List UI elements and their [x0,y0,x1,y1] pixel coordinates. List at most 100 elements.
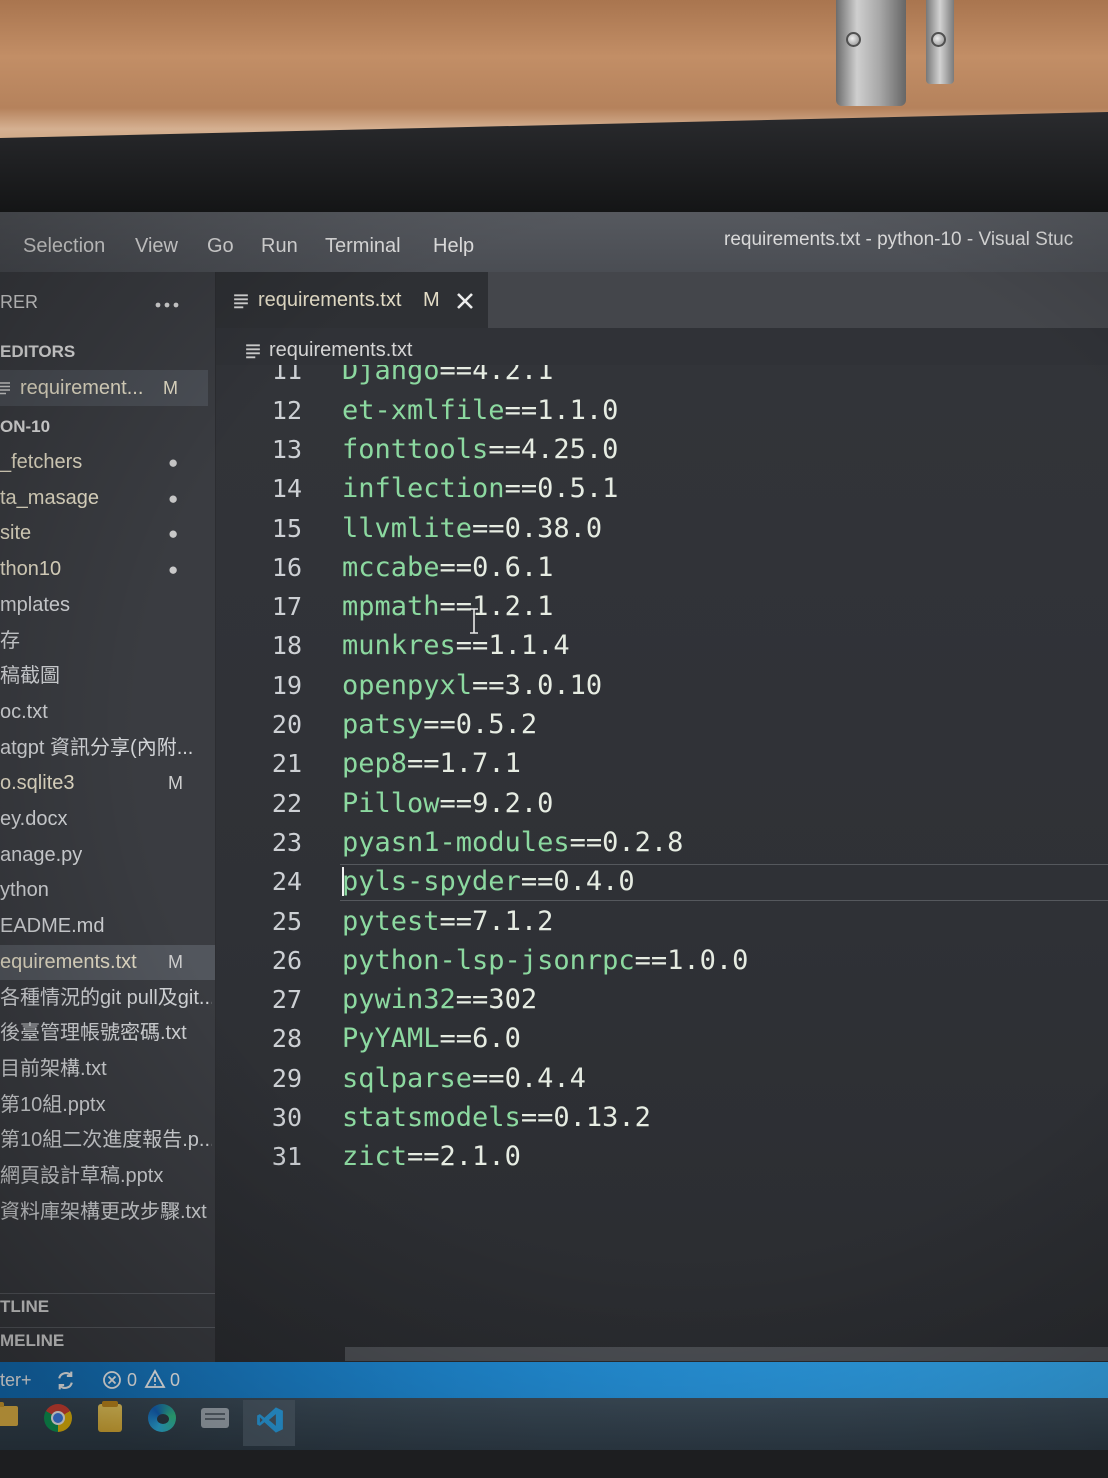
file-item[interactable]: atgpt 資訊分享(內附... [0,731,215,767]
code-text[interactable]: sqlparse==0.4.4 [342,1059,586,1098]
breadcrumb-item[interactable]: requirements.txt [269,338,412,362]
code-text[interactable]: python-lsp-jsonrpc==1.0.0 [342,941,748,980]
code-text[interactable]: Django==4.2.1 [342,365,553,391]
file-item[interactable]: oc.txt [0,695,215,731]
file-item[interactable]: mplates [0,588,215,624]
code-editor[interactable]: 11 Django==4.2.1 12 et-xmlfile==1.1.0 13 font… [216,365,1108,1362]
code-line[interactable]: 21 pep8==1.7.1 [216,744,1108,783]
menu-run[interactable]: Run [261,234,298,258]
folder-title[interactable]: ON-10 [0,416,50,438]
code-text[interactable]: llvmlite==0.38.0 [342,509,602,548]
code-line[interactable]: 14 inflection==0.5.1 [216,469,1108,508]
code-text[interactable]: pywin32==302 [342,980,537,1019]
code-line[interactable]: 15 llvmlite==0.38.0 [216,509,1108,548]
file-item[interactable]: ython [0,873,215,909]
close-icon[interactable] [455,291,475,316]
outline-title[interactable]: TLINE [0,1296,49,1318]
file-item[interactable]: 網頁設計草稿.pptx [0,1159,215,1195]
code-text[interactable]: pyls-spyder==0.4.0 [342,862,635,901]
file-item[interactable]: 資料庫架構更改步驟.txt [0,1195,215,1231]
file-item[interactable]: site ● [0,516,215,552]
file-item[interactable]: 目前架構.txt [0,1052,215,1088]
file-label: 第10組二次進度報告.p... [0,1129,212,1152]
line-number: 20 [271,710,302,740]
code-line[interactable]: 25 pytest==7.1.2 [216,902,1108,941]
code-line[interactable]: 24 pyls-spyder==0.4.0 [216,862,1108,901]
keyboard-icon[interactable] [201,1408,229,1428]
code-text[interactable]: pyasn1-modules==0.2.8 [342,823,683,862]
code-text[interactable]: patsy==0.5.2 [342,705,537,744]
code-text[interactable]: PyYAML==6.0 [342,1019,521,1058]
chrome-icon[interactable] [44,1404,72,1432]
tab-label[interactable]: requirements.txt [258,288,401,312]
horizontal-scrollbar[interactable] [345,1347,1108,1361]
code-line[interactable]: 23 pyasn1-modules==0.2.8 [216,823,1108,862]
file-item[interactable]: ta_masage ● [0,481,215,517]
code-line[interactable]: 29 sqlparse==0.4.4 [216,1059,1108,1098]
menu-terminal[interactable]: Terminal [325,234,401,258]
code-text[interactable]: mpmath==1.2.1 [342,587,553,626]
package-name: Pillow [342,787,440,819]
sticky-notes-icon[interactable] [98,1401,122,1432]
file-item[interactable]: 存 [0,624,215,660]
file-item[interactable]: thon10 ● [0,552,215,588]
code-line[interactable]: 12 et-xmlfile==1.1.0 [216,391,1108,430]
package-name: mccabe [342,551,440,583]
code-text[interactable]: zict==2.1.0 [342,1137,521,1176]
vscode-icon[interactable] [256,1406,284,1439]
timeline-title[interactable]: MELINE [0,1330,64,1352]
package-name: pywin32 [342,984,456,1016]
line-number: 25 [271,906,302,936]
code-text[interactable]: statsmodels==0.13.2 [342,1098,651,1137]
file-item[interactable]: anage.py [0,838,215,874]
file-item[interactable]: 各種情況的git pull及git... [0,981,215,1017]
code-line[interactable]: 22 Pillow==9.2.0 [216,784,1108,823]
more-actions-icon[interactable] [154,296,180,314]
code-line[interactable]: 26 python-lsp-jsonrpc==1.0.0 [216,941,1108,980]
sync-icon[interactable] [55,1370,76,1396]
file-item[interactable]: ey.docx [0,802,215,838]
warning-icon[interactable] [144,1369,166,1394]
code-text[interactable]: mccabe==0.6.1 [342,548,553,587]
code-line[interactable]: 16 mccabe==0.6.1 [216,548,1108,587]
open-editors-title[interactable]: EDITORS [0,341,75,363]
menu-selection[interactable]: Selection [23,234,105,258]
line-number: 24 [271,867,302,897]
folder-icon[interactable] [0,1402,18,1426]
code-line[interactable]: 31 zict==2.1.0 [216,1137,1108,1176]
menu-go[interactable]: Go [207,234,234,258]
code-line[interactable]: 18 munkres==1.1.4 [216,626,1108,665]
code-text[interactable]: pep8==1.7.1 [342,744,521,783]
git-branch[interactable]: ter+ [0,1368,32,1392]
code-line[interactable]: 11 Django==4.2.1 [216,365,1108,391]
code-text[interactable]: et-xmlfile==1.1.0 [342,391,618,430]
file-item[interactable]: _fetchers ● [0,445,215,481]
error-count[interactable]: 0 [127,1368,137,1392]
menu-help[interactable]: Help [433,234,474,258]
open-editor-item[interactable]: requirement... M [0,370,208,406]
code-line[interactable]: 19 openpyxl==3.0.10 [216,666,1108,705]
warning-count[interactable]: 0 [170,1368,180,1392]
file-item[interactable]: o.sqlite3 M [0,766,215,802]
code-text[interactable]: inflection==0.5.1 [342,469,618,508]
code-text[interactable]: pytest==7.1.2 [342,902,553,941]
file-item[interactable]: 第10組二次進度報告.p... [0,1123,215,1159]
code-text[interactable]: Pillow==9.2.0 [342,784,553,823]
code-line[interactable]: 17 mpmath==1.2.1 [216,587,1108,626]
edge-icon[interactable] [148,1404,176,1432]
code-text[interactable]: munkres==1.1.4 [342,626,570,665]
file-item[interactable]: 第10組.pptx [0,1088,215,1124]
code-line[interactable]: 13 fonttools==4.25.0 [216,430,1108,469]
file-item[interactable]: 稿截圖 [0,659,215,695]
file-item[interactable]: EADME.md [0,909,215,945]
code-line[interactable]: 30 statsmodels==0.13.2 [216,1098,1108,1137]
file-item[interactable]: 後臺管理帳號密碼.txt [0,1016,215,1052]
code-text[interactable]: fonttools==4.25.0 [342,430,618,469]
code-text[interactable]: openpyxl==3.0.10 [342,666,602,705]
file-item[interactable]: equirements.txt M [0,944,215,981]
code-line[interactable]: 27 pywin32==302 [216,980,1108,1019]
code-line[interactable]: 20 patsy==0.5.2 [216,705,1108,744]
code-line[interactable]: 28 PyYAML==6.0 [216,1019,1108,1058]
error-icon[interactable] [102,1370,122,1395]
menu-view[interactable]: View [135,234,178,258]
